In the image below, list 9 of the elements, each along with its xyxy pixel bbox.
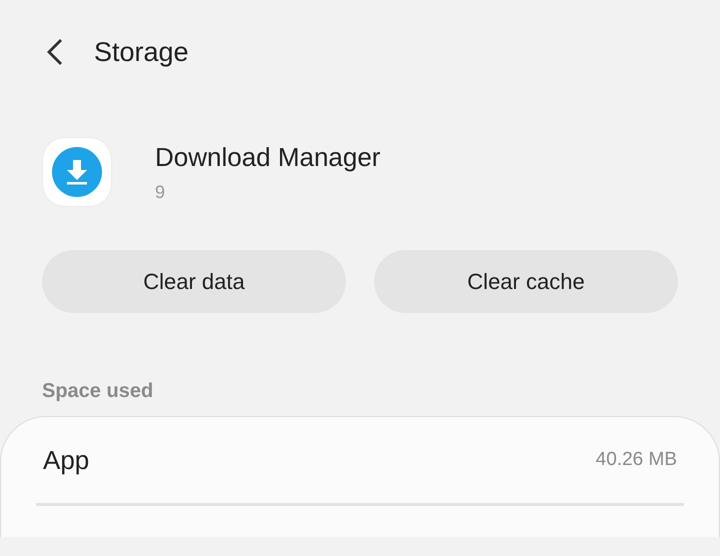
row-value: 40.26 MB bbox=[596, 449, 677, 471]
clear-data-button[interactable]: Clear data bbox=[42, 250, 346, 313]
app-name: Download Manager bbox=[155, 142, 380, 172]
section-title: Space used bbox=[41, 379, 154, 404]
screen-title: Storage bbox=[94, 36, 189, 68]
app-version: 9 bbox=[155, 182, 166, 202]
row-label: App bbox=[43, 444, 90, 476]
clear-cache-button[interactable]: Clear cache bbox=[374, 250, 678, 313]
app-icon bbox=[43, 138, 111, 206]
